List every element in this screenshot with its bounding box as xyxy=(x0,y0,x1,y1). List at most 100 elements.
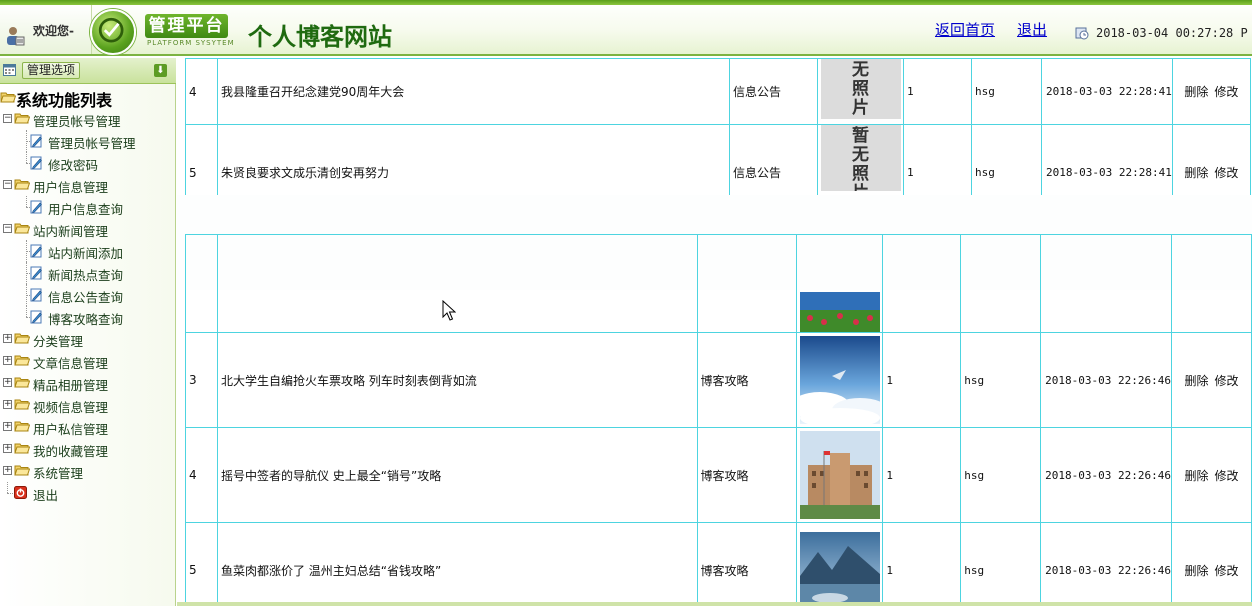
partial-cell xyxy=(696,234,798,333)
sidebar-group-label[interactable]: 站内新闻管理 xyxy=(33,221,108,240)
author-cell: hsg xyxy=(971,58,1042,125)
partial-cell xyxy=(882,234,962,333)
sidebar-group-2[interactable]: − 站内新闻管理 xyxy=(0,218,176,240)
count-cell: 1 xyxy=(882,332,962,428)
edit-link[interactable]: 修改 xyxy=(1215,564,1239,578)
edit-page-icon xyxy=(30,266,43,280)
edit-link[interactable]: 修改 xyxy=(1215,374,1239,388)
sidebar-group-label[interactable]: 用户私信管理 xyxy=(33,419,108,438)
no-photo-placeholder: 无照片 xyxy=(820,59,901,119)
sidebar-item-label[interactable]: 新闻热点查询 xyxy=(48,265,123,284)
expand-toggle-icon[interactable]: + xyxy=(3,422,12,431)
edit-page-icon xyxy=(30,156,43,170)
sidebar-group-label[interactable]: 用户信息管理 xyxy=(33,177,108,196)
sidebar-logout[interactable]: 退出 xyxy=(0,482,176,504)
edit-page-icon xyxy=(30,310,43,324)
count-cell: 1 xyxy=(882,522,962,606)
id-cell: 3 xyxy=(185,332,218,428)
expand-toggle-icon[interactable]: + xyxy=(3,356,12,365)
power-icon xyxy=(14,486,27,500)
action-cell: 删除 修改 xyxy=(1171,427,1252,523)
sidebar-item-2-1[interactable]: 新闻热点查询 xyxy=(0,262,176,284)
category-cell: 信息公告 xyxy=(729,58,818,125)
collapse-toggle-icon[interactable]: − xyxy=(3,114,12,123)
home-link[interactable]: 返回首页 xyxy=(935,19,995,40)
sidebar-item-label[interactable]: 修改密码 xyxy=(48,155,98,174)
sidebar-item-label[interactable]: 博客攻略查询 xyxy=(48,309,123,328)
sidebar-group-5[interactable]: + 精品相册管理 xyxy=(0,372,176,394)
partial-cell xyxy=(185,234,218,333)
title-cell: 鱼菜肉都涨价了 温州主妇总结“省钱攻略” xyxy=(216,522,698,606)
time-cell: 2018-03-03 22:26:46 xyxy=(1040,332,1173,428)
sidebar-group-0[interactable]: − 管理员帐号管理 xyxy=(0,108,176,130)
delete-link[interactable]: 删除 xyxy=(1184,166,1208,180)
sidebar-group-8[interactable]: + 我的收藏管理 xyxy=(0,438,176,460)
sidebar-group-4[interactable]: + 文章信息管理 xyxy=(0,350,176,372)
sidebar-group-3[interactable]: + 分类管理 xyxy=(0,328,176,350)
sidebar-group-label[interactable]: 视频信息管理 xyxy=(33,397,108,416)
sidebar: 管理选项 ⬇ 系统功能列表 − 管理员帐号管理 管理员帐号管理 修改密码 − 用户信息管理… xyxy=(0,58,176,606)
collapse-toggle-icon[interactable]: − xyxy=(3,180,12,189)
id-cell: 4 xyxy=(185,427,218,523)
sidebar-group-6[interactable]: + 视频信息管理 xyxy=(0,394,176,416)
collapse-toggle-icon[interactable]: − xyxy=(3,224,12,233)
sidebar-item-0-1[interactable]: 修改密码 xyxy=(0,152,176,174)
expand-toggle-icon[interactable]: + xyxy=(3,466,12,475)
no-photo-placeholder: 暂无照片 xyxy=(820,125,901,191)
sidebar-group-7[interactable]: + 用户私信管理 xyxy=(0,416,176,438)
header-logout-link[interactable]: 退出 xyxy=(1017,19,1047,40)
sidebar-group-label[interactable]: 文章信息管理 xyxy=(33,353,108,372)
sidebar-item-2-0[interactable]: 站内新闻添加 xyxy=(0,240,176,262)
author-cell: hsg xyxy=(960,522,1042,606)
sidebar-logout-label[interactable]: 退出 xyxy=(33,485,58,504)
sidebar-group-1[interactable]: − 用户信息管理 xyxy=(0,174,176,196)
sidebar-group-label[interactable]: 分类管理 xyxy=(33,331,83,350)
time-cell: 2018-03-03 22:26:46 xyxy=(1040,522,1173,606)
folder-icon xyxy=(14,464,31,476)
sidebar-item-1-0[interactable]: 用户信息查询 xyxy=(0,196,176,218)
folder-icon xyxy=(14,442,31,454)
sidebar-item-0-0[interactable]: 管理员帐号管理 xyxy=(0,130,176,152)
id-cell: 5 xyxy=(185,522,218,606)
sidebar-header-label[interactable]: 管理选项 xyxy=(22,62,81,79)
edit-link[interactable]: 修改 xyxy=(1214,85,1238,99)
count-cell: 1 xyxy=(882,427,962,523)
sidebar-group-9[interactable]: + 系统管理 xyxy=(0,460,176,482)
tree-root: 系统功能列表 xyxy=(0,86,176,110)
collapse-arrow-icon[interactable]: ⬇ xyxy=(154,64,167,77)
calendar-icon xyxy=(3,64,16,76)
sidebar-group-label[interactable]: 管理员帐号管理 xyxy=(33,111,121,130)
edit-link[interactable]: 修改 xyxy=(1214,166,1238,180)
edit-page-icon xyxy=(30,288,43,302)
sidebar-group-label[interactable]: 精品相册管理 xyxy=(33,375,108,394)
sidebar-item-label[interactable]: 站内新闻添加 xyxy=(48,243,123,262)
expand-toggle-icon[interactable]: + xyxy=(3,400,12,409)
title-cell: 摇号中签者的导航仪 史上最全“销号”攻略 xyxy=(216,427,698,523)
table-row: 3 北大学生自编抢火车票攻略 列车时刻表倒背如流 博客攻略 1 hsg 2018-03-0… xyxy=(185,332,1252,428)
edit-page-icon xyxy=(30,244,43,258)
delete-link[interactable]: 删除 xyxy=(1184,374,1208,388)
folder-open-icon xyxy=(0,92,16,103)
count-cell: 1 xyxy=(903,58,972,125)
sidebar-item-label[interactable]: 用户信息查询 xyxy=(48,199,123,218)
time-cell: 2018-03-03 22:28:41 xyxy=(1041,58,1173,125)
sidebar-item-label[interactable]: 管理员帐号管理 xyxy=(48,133,136,152)
category-cell: 博客攻略 xyxy=(696,332,798,428)
partial-cell xyxy=(1040,234,1173,333)
delete-link[interactable]: 删除 xyxy=(1184,469,1208,483)
table-row: 5 鱼菜肉都涨价了 温州主妇总结“省钱攻略” 博客攻略 1 hsg 2018-03-03 … xyxy=(185,522,1252,606)
delete-link[interactable]: 删除 xyxy=(1184,85,1208,99)
sidebar-group-label[interactable]: 系统管理 xyxy=(33,463,83,482)
sidebar-group-label[interactable]: 我的收藏管理 xyxy=(33,441,108,460)
expand-toggle-icon[interactable]: + xyxy=(3,378,12,387)
folder-icon xyxy=(14,354,31,366)
sidebar-item-label[interactable]: 信息公告查询 xyxy=(48,287,123,306)
sidebar-item-2-3[interactable]: 博客攻略查询 xyxy=(0,306,176,328)
edit-link[interactable]: 修改 xyxy=(1215,469,1239,483)
sidebar-item-2-2[interactable]: 信息公告查询 xyxy=(0,284,176,306)
category-cell: 博客攻略 xyxy=(696,522,798,606)
delete-link[interactable]: 删除 xyxy=(1184,564,1208,578)
expand-toggle-icon[interactable]: + xyxy=(3,444,12,453)
expand-toggle-icon[interactable]: + xyxy=(3,334,12,343)
top-header: 欢迎您- 管理平台 PLATFORM SYSYTEM 个人博客网站 返回首页 退… xyxy=(0,0,1252,56)
